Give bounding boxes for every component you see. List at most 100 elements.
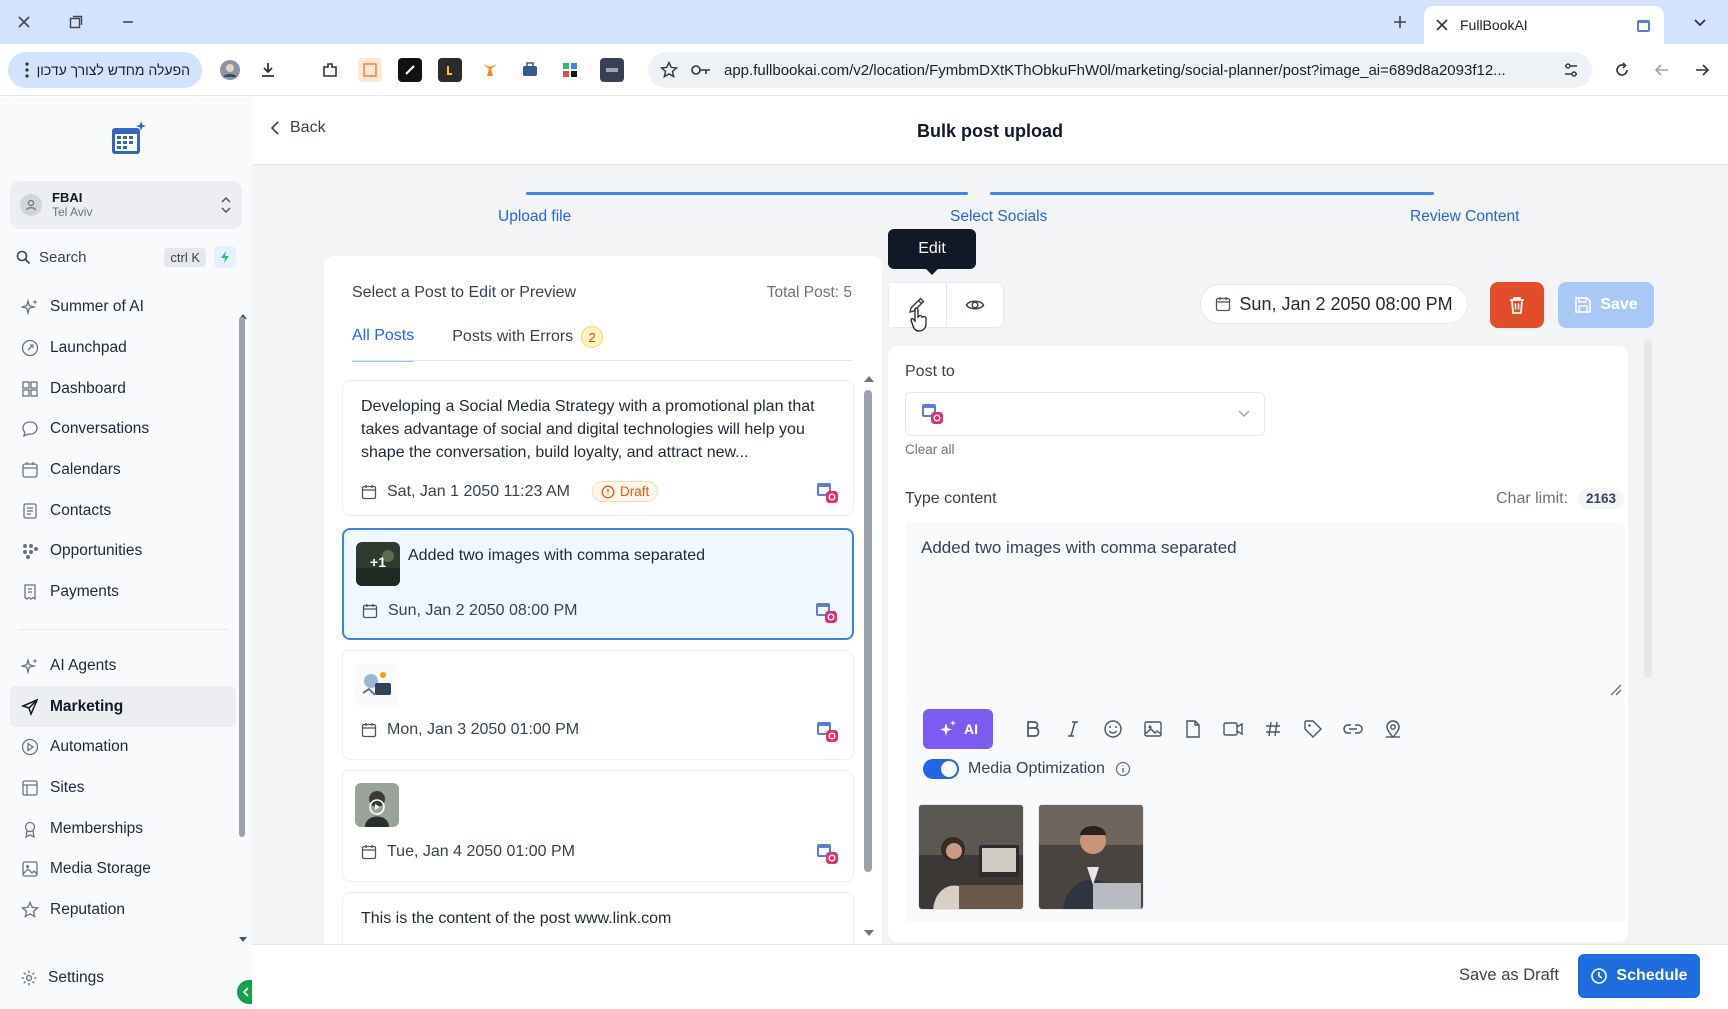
sidebar-item-opportunities[interactable]: Opportunities	[10, 531, 236, 572]
bookmark-star-icon[interactable]	[660, 61, 678, 79]
tab-posts-with-errors[interactable]: Posts with Errors 2	[452, 326, 604, 362]
italic-icon[interactable]	[1061, 717, 1085, 741]
page-settings-icon[interactable]	[1562, 61, 1580, 79]
extensions-icon[interactable]	[318, 58, 342, 82]
sidebar-scrollbar-thumb[interactable]	[239, 317, 245, 837]
grid-icon	[20, 379, 40, 399]
sidebar-item-ai-agents[interactable]: AI Agents	[10, 646, 236, 687]
forward-arrow-icon[interactable]	[1650, 58, 1674, 82]
account-switcher[interactable]: FBAI Tel Aviv	[10, 181, 242, 229]
step-review-content[interactable]: Review Content	[1410, 208, 1519, 226]
app-logo-icon[interactable]	[108, 119, 148, 159]
media-optimization-toggle[interactable]	[923, 759, 959, 779]
sidebar-item-conversations[interactable]: Conversations	[10, 409, 236, 450]
link-icon[interactable]	[1341, 717, 1365, 741]
save-as-draft-button[interactable]: Save as Draft	[1459, 966, 1559, 985]
location-icon[interactable]	[1381, 717, 1405, 741]
sidebar-item-payments[interactable]: Payments	[10, 572, 236, 613]
post-item-selected[interactable]: +1 Added two images with comma separated…	[342, 528, 854, 640]
extension-black-icon[interactable]	[398, 58, 422, 82]
post-date-row: Sat, Jan 1 2050 11:23 AM Draft	[361, 481, 659, 502]
extension-orange-icon[interactable]	[358, 58, 382, 82]
info-icon[interactable]	[1115, 761, 1131, 777]
media-optimization-label: Media Optimization	[968, 760, 1105, 777]
download-icon[interactable]	[256, 58, 280, 82]
metamask-icon[interactable]	[478, 58, 502, 82]
list-scroll-down-icon[interactable]	[863, 928, 875, 938]
new-tab-button[interactable]	[1388, 10, 1412, 34]
list-scroll-up-icon[interactable]	[863, 374, 875, 384]
tag-icon[interactable]	[1301, 717, 1325, 741]
close-window-icon[interactable]	[12, 10, 36, 34]
extension-grid-icon[interactable]	[558, 58, 582, 82]
browser-toolbar: הפעלה מחדש לצורך עדכון app.fullbookai.co…	[0, 44, 1728, 96]
post-text: Developing a Social Media Strategy with …	[361, 398, 815, 461]
reload-icon[interactable]	[1610, 58, 1634, 82]
post-item[interactable]: Tue, Jan 4 2050 01:00 PM	[342, 770, 854, 882]
save-button[interactable]: Save	[1558, 282, 1654, 328]
post-item[interactable]: Developing a Social Media Strategy with …	[342, 380, 854, 516]
total-posts: Total Post: 5	[766, 284, 852, 301]
sidebar-item-marketing[interactable]: Marketing	[10, 686, 236, 727]
briefcase-icon[interactable]	[518, 58, 542, 82]
alert-circle-icon	[601, 485, 615, 499]
sidebar-item-sites[interactable]: Sites	[10, 768, 236, 809]
sidebar-item-summer-of-ai[interactable]: Summer of AI	[10, 287, 236, 328]
media-thumbnail[interactable]	[1038, 804, 1144, 910]
update-browser-button[interactable]: הפעלה מחדש לצורך עדכון	[8, 52, 202, 88]
sidebar-item-settings[interactable]: Settings	[20, 969, 104, 987]
send-icon	[20, 697, 40, 717]
sidebar-item-reputation[interactable]: Reputation	[10, 890, 236, 931]
tab-all-posts[interactable]: All Posts	[352, 326, 415, 362]
resize-handle-icon[interactable]	[1608, 682, 1622, 696]
video-icon[interactable]	[1221, 717, 1245, 741]
sidebar-item-calendars[interactable]: Calendars	[10, 450, 236, 491]
sidebar-item-media-storage[interactable]: Media Storage	[10, 849, 236, 890]
sparkles-icon	[20, 656, 40, 676]
close-tab-icon[interactable]	[1436, 19, 1448, 31]
browser-tab[interactable]: FullBookAI	[1424, 6, 1664, 44]
sidebar-item-dashboard[interactable]: Dashboard	[10, 368, 236, 409]
minimize-window-icon[interactable]	[116, 10, 140, 34]
sidebar-search[interactable]: Search ctrl K	[10, 241, 242, 273]
clear-all-link[interactable]: Clear all	[905, 442, 955, 457]
step-progress-2	[990, 192, 1434, 195]
social-channel-icon	[815, 480, 841, 506]
media-thumbnail[interactable]	[918, 804, 1024, 910]
site-info-icon[interactable]	[690, 63, 712, 77]
post-to-select[interactable]	[905, 392, 1265, 436]
schedule-date-picker[interactable]: Sun, Jan 2 2050 08:00 PM	[1200, 284, 1468, 324]
image-icon[interactable]	[1141, 717, 1165, 741]
bold-icon[interactable]	[1021, 717, 1045, 741]
lightning-icon[interactable]	[214, 246, 236, 268]
sidebar-item-contacts[interactable]: Contacts	[10, 490, 236, 531]
file-icon[interactable]	[1181, 717, 1205, 741]
edit-preview-toggle	[888, 282, 1004, 328]
post-item[interactable]: Mon, Jan 3 2050 01:00 PM	[342, 650, 854, 760]
profile-avatar-icon[interactable]	[218, 58, 242, 82]
delete-post-button[interactable]	[1490, 282, 1544, 328]
emoji-icon[interactable]	[1101, 717, 1125, 741]
address-bar[interactable]: app.fullbookai.com/v2/location/FymbmDXtK…	[648, 52, 1592, 88]
star-icon	[20, 900, 40, 920]
schedule-button[interactable]: Schedule	[1578, 954, 1700, 998]
browser-tab-bar: FullBookAI	[0, 0, 1728, 44]
editor-scrollbar[interactable]	[1644, 340, 1652, 678]
restore-window-icon[interactable]	[64, 10, 88, 34]
post-date: Sun, Jan 2 2050 08:00 PM	[388, 602, 578, 619]
step-upload-file[interactable]: Upload file	[498, 208, 571, 226]
step-select-socials[interactable]: Select Socials	[950, 208, 1047, 226]
back-arrow-icon[interactable]	[1690, 58, 1714, 82]
sidebar-item-launchpad[interactable]: Launchpad	[10, 328, 236, 369]
favicon-icon	[1636, 17, 1652, 33]
ai-assist-button[interactable]: AI	[923, 709, 993, 749]
sidebar-item-automation[interactable]: Automation	[10, 727, 236, 768]
tabs-divider	[352, 360, 852, 361]
post-list-scrollbar-thumb[interactable]	[864, 390, 872, 872]
preview-mode-button[interactable]	[947, 283, 1004, 327]
tab-search-icon[interactable]	[1688, 10, 1712, 34]
hashtag-icon[interactable]	[1261, 717, 1285, 741]
extension-dark-icon[interactable]	[438, 58, 462, 82]
sidebar-item-memberships[interactable]: Memberships	[10, 808, 236, 849]
extension-bar-icon[interactable]	[600, 58, 624, 82]
